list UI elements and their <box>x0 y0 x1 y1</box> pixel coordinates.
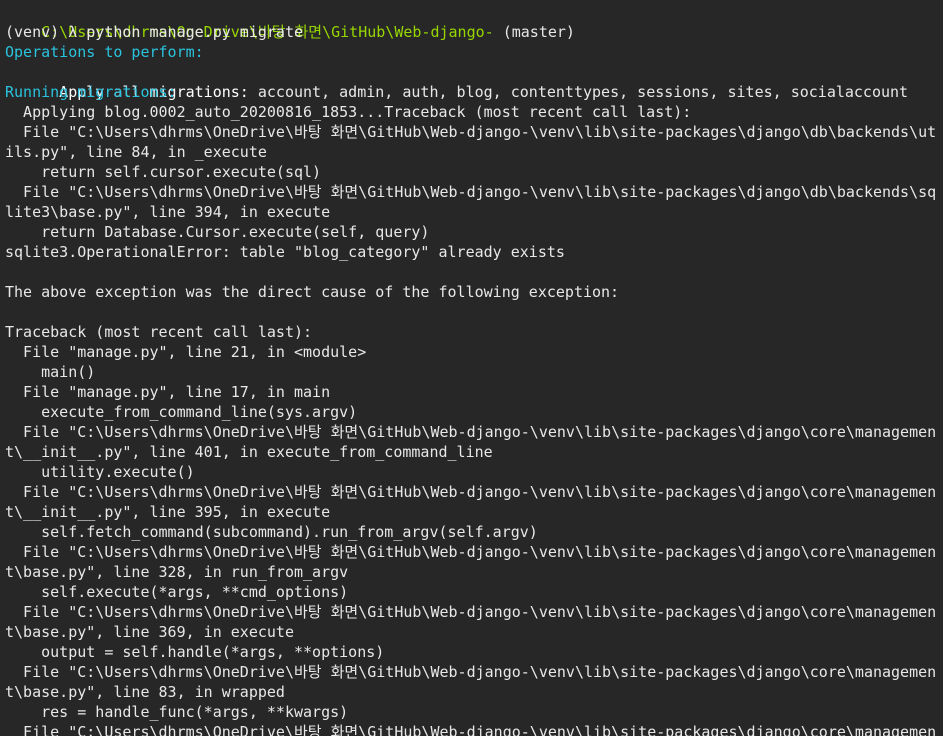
output-line: return Database.Cursor.execute(self, que… <box>5 223 430 241</box>
output-line: output = self.handle(*args, **options) <box>5 643 385 661</box>
output-line: The above exception was the direct cause… <box>5 283 620 301</box>
output-line: main() <box>5 363 96 381</box>
terminal-window[interactable]: C:\Users\dhrms\OneDrive\바탕 화면\GitHub\Web… <box>0 0 943 736</box>
output-line: ils.py", line 84, in _execute <box>5 143 267 161</box>
output-line: self.execute(*args, **cmd_options) <box>5 583 349 601</box>
operations-heading: Operations to perform: <box>5 43 204 61</box>
output-line: File "C:\Users\dhrms\OneDrive\바탕 화면\GitH… <box>5 123 937 141</box>
output-line: File "C:\Users\dhrms\OneDrive\바탕 화면\GitH… <box>5 663 937 681</box>
apply-migrations-line: Apply all migrations: account, admin, au… <box>5 62 943 101</box>
output-line: execute_from_command_line(sys.argv) <box>5 403 358 421</box>
output-line: File "manage.py", line 21, in <module> <box>5 343 367 361</box>
output-line: t\base.py", line 369, in execute <box>5 623 294 641</box>
output-line: Traceback (most recent call last): <box>5 323 313 341</box>
output-line: File "C:\Users\dhrms\OneDrive\바탕 화면\GitH… <box>5 543 937 561</box>
prompt-line: C:\Users\dhrms\OneDrive\바탕 화면\GitHub\Web… <box>5 2 943 41</box>
output-line: File "C:\Users\dhrms\OneDrive\바탕 화면\GitH… <box>5 603 937 621</box>
output-line: sqlite3.OperationalError: table "blog_ca… <box>5 243 565 261</box>
traceback-output: Applying blog.0002_auto_20200816_1853...… <box>5 102 943 736</box>
output-line: t\__init__.py", line 401, in execute_fro… <box>5 443 493 461</box>
output-line: File "C:\Users\dhrms\OneDrive\바탕 화면\GitH… <box>5 183 937 201</box>
output-line: res = handle_func(*args, **kwargs) <box>5 703 349 721</box>
output-line: File "manage.py", line 17, in main <box>5 383 331 401</box>
output-line: File "C:\Users\dhrms\OneDrive\바탕 화면\GitH… <box>5 423 937 441</box>
output-line: t\base.py", line 83, in wrapped <box>5 683 285 701</box>
output-line: return self.cursor.execute(sql) <box>5 163 322 181</box>
output-line: t\__init__.py", line 395, in execute <box>5 503 331 521</box>
command-line: (venv) λ python manage.py migrate <box>5 23 304 41</box>
running-heading: Running migrations: <box>5 83 177 101</box>
output-line: utility.execute() <box>5 463 195 481</box>
output-line: File "C:\Users\dhrms\OneDrive\바탕 화면\GitH… <box>5 483 937 501</box>
output-line: self.fetch_command(subcommand).run_from_… <box>5 523 538 541</box>
output-line: Applying blog.0002_auto_20200816_1853...… <box>5 103 692 121</box>
output-line: File "C:\Users\dhrms\OneDrive\바탕 화면\GitH… <box>5 723 937 736</box>
output-line: t\base.py", line 328, in run_from_argv <box>5 563 349 581</box>
output-line: lite3\base.py", line 394, in execute <box>5 203 331 221</box>
